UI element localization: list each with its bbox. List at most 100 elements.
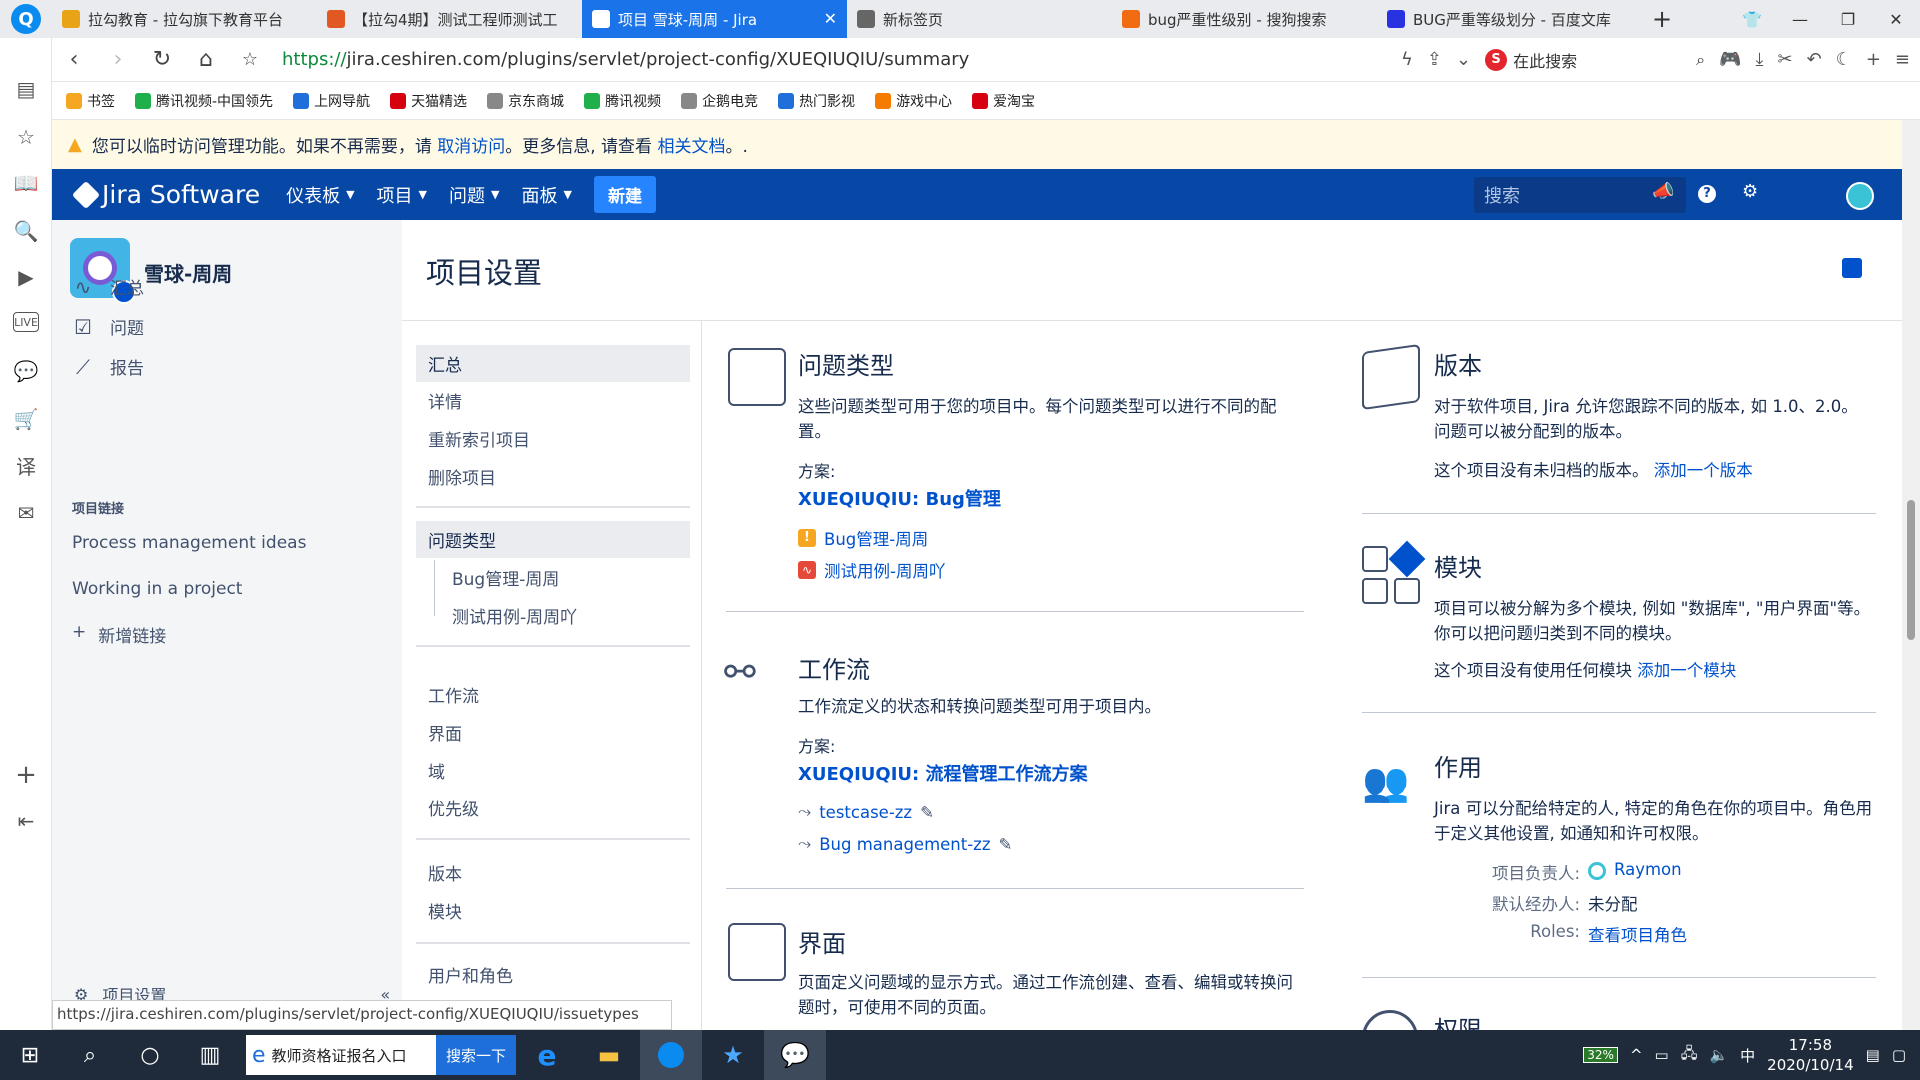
settings-nav-item[interactable]: 用户和角色 bbox=[416, 956, 690, 993]
settings-nav-item[interactable]: 域 bbox=[416, 752, 690, 789]
project-name[interactable]: 雪球-周周 bbox=[144, 258, 232, 287]
ime-indicator[interactable]: 中 bbox=[1740, 1045, 1755, 1066]
battery-indicator[interactable]: 32% bbox=[1583, 1047, 1618, 1063]
close-tab-icon[interactable]: ✕ bbox=[824, 9, 837, 28]
browser-tab[interactable]: 拉勾教育 - 拉勾旗下教育平台 bbox=[52, 0, 317, 38]
workflow-scheme-link[interactable]: XUEQIUQIU: 流程管理工作流方案 bbox=[798, 760, 1087, 786]
user-avatar[interactable] bbox=[1846, 182, 1874, 210]
settings-nav-sub-item[interactable]: 测试用例-周周吖 bbox=[416, 597, 690, 634]
taskbar-search-button[interactable]: 搜索一下 bbox=[435, 1035, 516, 1075]
settings-nav-item[interactable]: 汇总 bbox=[416, 345, 690, 382]
settings-nav-issue-types[interactable]: 问题类型 bbox=[416, 521, 690, 558]
browser-tab[interactable]: BUG严重等级划分 - 百度文库 bbox=[1377, 0, 1642, 38]
sidebar-item-issues[interactable]: ☑ 问题 bbox=[70, 314, 144, 340]
mailbox-icon[interactable]: ✉ bbox=[13, 500, 39, 526]
taskbar-clock[interactable]: 17:58 2020/10/14 bbox=[1767, 1035, 1853, 1075]
nav-boards[interactable]: 面板 ▼ bbox=[521, 182, 571, 208]
network-icon[interactable]: 🖧 bbox=[1681, 1043, 1698, 1068]
reload-button[interactable]: ↻ bbox=[140, 47, 184, 72]
sidebar-item-summary[interactable]: ∿ 汇总 bbox=[70, 274, 144, 300]
reader-icon[interactable]: ▤ bbox=[13, 76, 39, 102]
settings-nav-sub-item[interactable]: Bug管理-周周 bbox=[416, 559, 690, 596]
edge-icon[interactable]: e bbox=[516, 1030, 578, 1080]
bookmark-item[interactable]: 京东商城 bbox=[487, 91, 564, 111]
jira-logo[interactable]: Jira Software bbox=[52, 180, 260, 209]
windows-start-icon[interactable]: ⊞ bbox=[0, 1030, 60, 1080]
help-icon[interactable]: ? bbox=[1698, 185, 1716, 203]
nav-projects[interactable]: 项目 ▼ bbox=[377, 182, 427, 208]
browser-tab[interactable]: bug严重性级别 - 搜狗搜索 bbox=[1112, 0, 1377, 38]
chevron-up-icon[interactable]: ^ bbox=[1630, 1046, 1643, 1064]
bookmark-item[interactable]: 书签 bbox=[66, 91, 115, 111]
download-icon[interactable]: ⤓ bbox=[1756, 49, 1764, 70]
bookmark-item[interactable]: 天猫精选 bbox=[390, 91, 467, 111]
pencil-icon[interactable]: ✎ bbox=[920, 803, 934, 822]
workflow-bug[interactable]: ⤳ Bug management-zz ✎ bbox=[798, 834, 1012, 854]
browser-logo[interactable]: Q bbox=[0, 0, 52, 38]
megaphone-icon[interactable]: 📣 bbox=[1652, 181, 1674, 202]
star-app-icon[interactable]: ★ bbox=[702, 1030, 764, 1080]
volume-icon[interactable]: 🔈 bbox=[1709, 1046, 1728, 1064]
bookmark-item[interactable]: 上网导航 bbox=[293, 91, 370, 111]
bookmark-item[interactable]: 腾讯视频-中国领先 bbox=[135, 91, 273, 111]
page-scrollbar[interactable] bbox=[1902, 120, 1920, 1030]
task-view-icon[interactable]: ▥ bbox=[180, 1030, 240, 1080]
book-icon[interactable]: 📖 bbox=[13, 170, 39, 196]
cart-icon[interactable]: 🛒 bbox=[13, 406, 39, 432]
bookmark-item[interactable]: 热门影视 bbox=[778, 91, 855, 111]
feedback-icon[interactable] bbox=[1842, 258, 1862, 278]
pencil-icon[interactable]: ✎ bbox=[999, 835, 1013, 854]
tshirt-icon[interactable]: 👕 bbox=[1728, 0, 1776, 38]
notes-icon[interactable]: ▤ bbox=[1866, 1046, 1880, 1064]
magnifier-icon[interactable]: ⌕ bbox=[1696, 50, 1705, 70]
home-button[interactable]: ⌂ bbox=[184, 47, 228, 72]
undo-icon[interactable]: ↶ bbox=[1807, 49, 1822, 70]
settings-nav-item[interactable]: 界面 bbox=[416, 714, 690, 751]
wechat-icon[interactable]: 💬 bbox=[764, 1030, 826, 1080]
bookmark-item[interactable]: 企鹅电竞 bbox=[681, 91, 758, 111]
settings-nav-item[interactable]: 工作流 bbox=[416, 676, 690, 713]
star-icon[interactable]: ☆ bbox=[13, 124, 39, 150]
live-icon[interactable]: LIVE bbox=[13, 312, 39, 332]
search-icon[interactable]: ⌕ bbox=[60, 1030, 120, 1080]
scrollbar-thumb[interactable] bbox=[1907, 500, 1915, 640]
workflow-testcase[interactable]: ⤳ testcase-zz ✎ bbox=[798, 802, 934, 822]
notification-icon[interactable]: ▢ bbox=[1892, 1046, 1906, 1064]
settings-nav-item[interactable]: 重新索引项目 bbox=[416, 420, 690, 457]
bookmark-item[interactable]: 爱淘宝 bbox=[972, 91, 1035, 111]
bookmark-item[interactable]: 腾讯视频 bbox=[584, 91, 661, 111]
add-version-link[interactable]: 添加一个版本 bbox=[1654, 461, 1753, 480]
docs-link[interactable]: 相关文档 bbox=[657, 137, 725, 157]
project-link-process[interactable]: Process management ideas bbox=[72, 533, 306, 553]
minimize-button[interactable]: — bbox=[1776, 0, 1824, 38]
new-tab-button[interactable]: + bbox=[1642, 0, 1682, 38]
forward-button[interactable]: › bbox=[96, 47, 140, 72]
restore-button[interactable]: ❐ bbox=[1824, 0, 1872, 38]
moon-icon[interactable]: ☾ bbox=[1836, 49, 1852, 70]
gamepad-icon[interactable]: 🎮 bbox=[1719, 49, 1741, 70]
issue-type-testcase[interactable]: ∿ 测试用例-周周吖 bbox=[798, 558, 945, 582]
settings-nav-item[interactable]: 详情 bbox=[416, 382, 690, 419]
url-input[interactable]: https://jira.ceshiren.com/plugins/servle… bbox=[272, 44, 1401, 76]
bookmark-item[interactable]: 游戏中心 bbox=[875, 91, 952, 111]
battery-icon[interactable]: ▭ bbox=[1655, 1046, 1669, 1064]
settings-nav-item[interactable]: 删除项目 bbox=[416, 458, 690, 495]
file-explorer-icon[interactable]: ▬ bbox=[578, 1030, 640, 1080]
view-roles-link[interactable]: 查看项目角色 bbox=[1588, 922, 1687, 946]
back-button[interactable]: ‹ bbox=[52, 47, 96, 72]
nav-dashboards[interactable]: 仪表板 ▼ bbox=[286, 182, 354, 208]
cortana-icon[interactable]: ○ bbox=[120, 1030, 180, 1080]
share-icon[interactable]: ⇪ bbox=[1427, 49, 1442, 70]
settings-nav-item[interactable]: 优先级 bbox=[416, 789, 690, 826]
gear-icon[interactable]: ⚙ bbox=[1742, 181, 1758, 202]
project-link-working[interactable]: Working in a project bbox=[72, 579, 242, 599]
plus-icon[interactable]: + bbox=[1866, 49, 1881, 70]
issue-types-scheme-link[interactable]: XUEQIUQIU: Bug管理 bbox=[798, 485, 1001, 511]
add-link-button[interactable]: + 新增链接 bbox=[72, 622, 166, 647]
translate-icon[interactable]: 译 bbox=[13, 452, 39, 479]
create-button[interactable]: 新建 bbox=[593, 176, 656, 213]
browser-tab[interactable]: 新标签页 bbox=[847, 0, 1112, 38]
search-icon[interactable]: 🔍 bbox=[13, 218, 39, 244]
project-lead-link[interactable]: Raymon bbox=[1614, 860, 1682, 884]
add-icon[interactable]: + bbox=[13, 760, 39, 790]
